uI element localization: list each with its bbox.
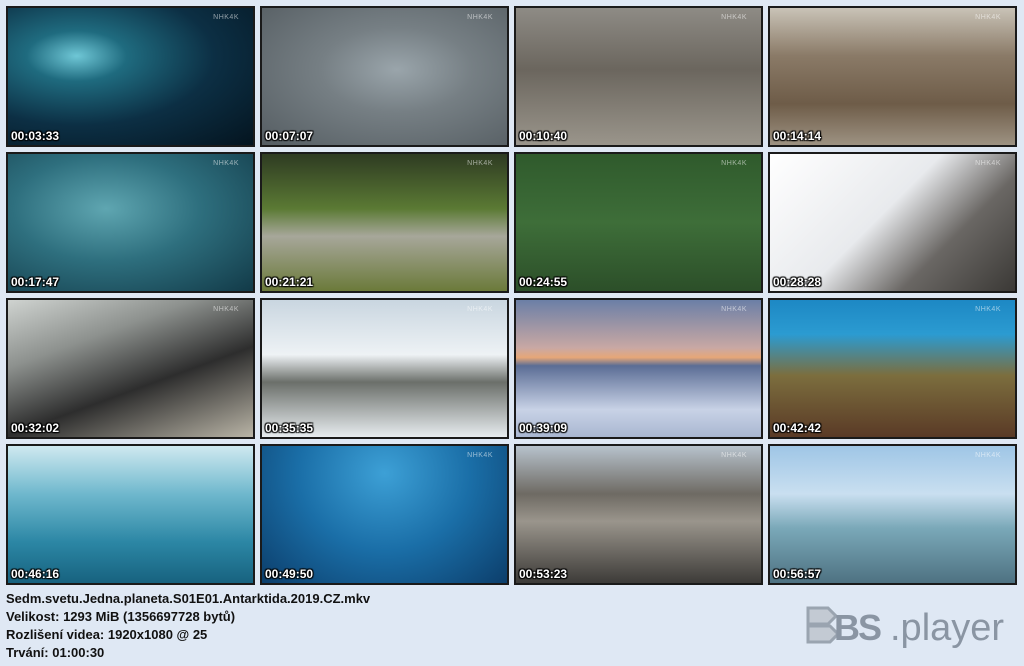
thumbnail: 00:46:16 xyxy=(6,444,255,585)
thumbnail-image xyxy=(770,154,1015,291)
file-name: Sedm.svetu.Jedna.planeta.S01E01.Antarkti… xyxy=(6,591,371,606)
thumbnail-image xyxy=(516,300,761,437)
thumbnail-image xyxy=(8,8,253,145)
thumbnail-timestamp: 00:56:57 xyxy=(773,567,822,581)
thumbnail-image xyxy=(516,8,761,145)
thumbnail-image xyxy=(770,300,1015,437)
thumbnail: NHK4K 00:49:50 xyxy=(260,444,509,585)
thumbnail-timestamp: 00:07:07 xyxy=(265,129,314,143)
thumbnail: NHK4K 00:24:55 xyxy=(514,152,763,293)
thumbnail-timestamp: 00:10:40 xyxy=(519,129,568,143)
thumbnail-image xyxy=(516,154,761,291)
thumbnail-timestamp: 00:32:02 xyxy=(11,421,60,435)
thumbnail-watermark: NHK4K xyxy=(975,452,1001,459)
thumbnail-watermark: NHK4K xyxy=(975,160,1001,167)
thumbnail-image xyxy=(770,446,1015,583)
thumbnail-watermark: NHK4K xyxy=(721,160,747,167)
thumbnail-watermark: NHK4K xyxy=(213,306,239,313)
thumbnail-timestamp: 00:46:16 xyxy=(11,567,60,581)
thumbnail-image xyxy=(8,446,253,583)
file-size: Velikost: 1293 MiB (1356697728 bytů) xyxy=(6,609,236,624)
file-info: Sedm.svetu.Jedna.planeta.S01E01.Antarkti… xyxy=(6,590,370,662)
thumbnail-watermark: NHK4K xyxy=(721,14,747,21)
thumbnail: NHK4K 00:17:47 xyxy=(6,152,255,293)
video-duration: Trvání: 01:00:30 xyxy=(6,645,105,660)
thumbnail-watermark: NHK4K xyxy=(467,14,493,21)
thumbnail: NHK4K 00:35:35 xyxy=(260,298,509,439)
thumbnail-watermark: NHK4K xyxy=(213,14,239,21)
thumbnail-timestamp: 00:42:42 xyxy=(773,421,822,435)
thumbnail-timestamp: 00:35:35 xyxy=(265,421,314,435)
thumbnail: NHK4K 00:03:33 xyxy=(6,6,255,147)
thumbnail-timestamp: 00:39:09 xyxy=(519,421,568,435)
thumbnail-watermark: NHK4K xyxy=(467,160,493,167)
thumbnail: NHK4K 00:28:28 xyxy=(768,152,1017,293)
thumbnail: NHK4K 00:39:09 xyxy=(514,298,763,439)
thumbnail: NHK4K 00:56:57 xyxy=(768,444,1017,585)
thumbnail-timestamp: 00:49:50 xyxy=(265,567,314,581)
bsplayer-logo: BS .player xyxy=(806,606,1004,649)
thumbnail-timestamp: 00:24:55 xyxy=(519,275,568,289)
thumbnail: NHK4K 00:32:02 xyxy=(6,298,255,439)
thumbnail-timestamp: 00:53:23 xyxy=(519,567,568,581)
thumbnail: NHK4K 00:53:23 xyxy=(514,444,763,585)
thumbnail: NHK4K 00:21:21 xyxy=(260,152,509,293)
thumbnail-image xyxy=(770,8,1015,145)
thumbnail-timestamp: 00:28:28 xyxy=(773,275,822,289)
thumbnail-image xyxy=(8,300,253,437)
thumbnail-timestamp: 00:14:14 xyxy=(773,129,822,143)
thumbnail-image xyxy=(262,446,507,583)
thumbnail-grid: NHK4K 00:03:33 NHK4K 00:07:07 NHK4K 00:10:40 N… xyxy=(6,6,1017,585)
thumbnail-timestamp: 00:21:21 xyxy=(265,275,314,289)
thumbnail: NHK4K 00:07:07 xyxy=(260,6,509,147)
thumbnail-timestamp: 00:03:33 xyxy=(11,129,60,143)
thumbnail-image xyxy=(8,154,253,291)
thumbnail-watermark: NHK4K xyxy=(213,160,239,167)
thumbnail: NHK4K 00:10:40 xyxy=(514,6,763,147)
thumbnail-watermark: NHK4K xyxy=(721,452,747,459)
thumbnail-image xyxy=(516,446,761,583)
thumbnail: NHK4K 00:14:14 xyxy=(768,6,1017,147)
thumbnail-watermark: NHK4K xyxy=(975,306,1001,313)
thumbnail-watermark: NHK4K xyxy=(975,14,1001,21)
thumbnail-watermark: NHK4K xyxy=(467,306,493,313)
thumbnail-watermark: NHK4K xyxy=(721,306,747,313)
thumbnail-image xyxy=(262,154,507,291)
thumbnail-image xyxy=(262,8,507,145)
thumbnail-timestamp: 00:17:47 xyxy=(11,275,60,289)
thumbnail-watermark: NHK4K xyxy=(467,452,493,459)
logo-bs-letters: BS xyxy=(834,607,881,648)
video-resolution: Rozlišení videa: 1920x1080 @ 25 xyxy=(6,627,208,642)
thumbnail-image xyxy=(262,300,507,437)
thumbnail: NHK4K 00:42:42 xyxy=(768,298,1017,439)
logo-text: .player xyxy=(890,607,1004,649)
